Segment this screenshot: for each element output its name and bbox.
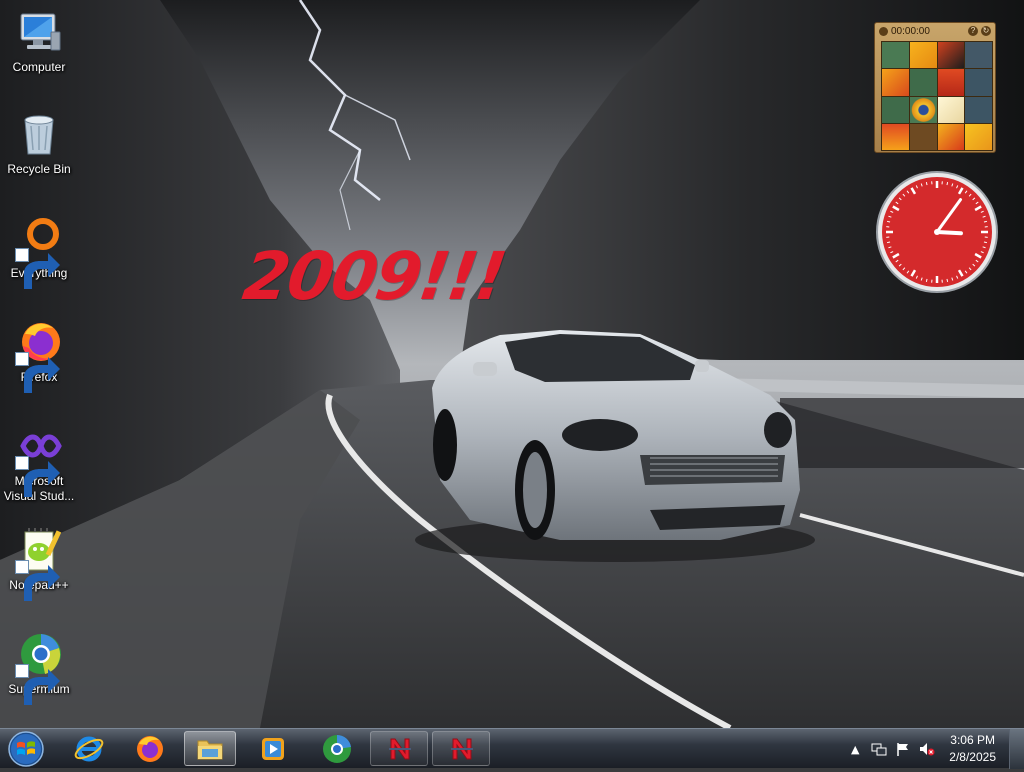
taskbar-firefox[interactable]: [121, 731, 179, 766]
taskbar-n-app-2[interactable]: [432, 731, 490, 766]
puzzle-tile[interactable]: [938, 124, 965, 150]
clock-gadget[interactable]: [875, 170, 999, 294]
wallpaper-scene: [0, 0, 1024, 728]
shortcut-arrow-icon: [15, 248, 29, 262]
action-center-flag-icon[interactable]: [895, 741, 911, 757]
clock-hour-hand: [937, 232, 961, 233]
windows-start-orb-icon: [6, 730, 46, 768]
puzzle-tile[interactable]: [965, 97, 992, 123]
ie-icon: [73, 733, 105, 765]
recycle-bin-icon: [15, 110, 63, 158]
taskbar-supermium[interactable]: [308, 731, 366, 766]
system-tray: ▲ 3:06 PM 2/8/2025: [839, 729, 996, 769]
puzzle-tile[interactable]: [882, 42, 909, 68]
shortcut-arrow-icon: [15, 456, 29, 470]
taskbar-windows-media-player[interactable]: [244, 731, 302, 766]
desktop-icon-label: Computer: [13, 60, 66, 74]
firefox-icon: [134, 733, 166, 765]
supermium-icon: [321, 733, 353, 765]
n-app-icon: [383, 733, 415, 765]
shortcut-arrow-icon: [15, 352, 29, 366]
clock-minute-tick: [926, 182, 927, 185]
clock-minute-tick: [984, 221, 987, 222]
desktop-icon-supermium[interactable]: Supermium: [0, 630, 78, 697]
analog-clock-face: [875, 170, 999, 294]
puzzle-tile[interactable]: [965, 42, 992, 68]
timer-icon: [879, 27, 888, 36]
volume-muted-icon[interactable]: [919, 741, 935, 757]
start-button[interactable]: [6, 730, 46, 768]
show-hidden-icons-arrow-icon[interactable]: ▲: [847, 741, 863, 757]
puzzle-grid: [881, 41, 993, 151]
desktop-icon-recycle-bin[interactable]: Recycle Bin: [0, 110, 78, 177]
puzzle-tile[interactable]: [882, 69, 909, 95]
desktop-icon-notepad-plus-plus[interactable]: Notepad++: [0, 526, 78, 593]
puzzle-timer: 00:00:00: [891, 26, 965, 37]
puzzle-tile[interactable]: [882, 97, 909, 123]
taskbar-internet-explorer[interactable]: [60, 731, 118, 766]
taskbar-n-app-1[interactable]: [370, 731, 428, 766]
puzzle-tile: [910, 124, 937, 150]
taskbar-windows-explorer[interactable]: [184, 731, 236, 766]
everything-icon: [15, 214, 63, 262]
desktop-icon-firefox[interactable]: Firefox: [0, 318, 78, 385]
desktop-icon-everything[interactable]: Everything: [0, 214, 78, 281]
clock-minute-tick: [887, 221, 890, 222]
shortcut-arrow-icon: [15, 664, 29, 678]
puzzle-tile[interactable]: [910, 69, 937, 95]
taskbar-clock[interactable]: 3:06 PM 2/8/2025: [949, 732, 996, 766]
clock-minute-tick: [926, 279, 927, 282]
visual-studio-icon: [15, 422, 63, 470]
puzzle-shuffle-button[interactable]: ↻: [981, 26, 991, 36]
clock-minute-tick: [887, 242, 890, 243]
desktop-wallpaper: 2009!!!: [0, 0, 1024, 728]
puzzle-titlebar: 00:00:00 ? ↻: [875, 23, 995, 39]
desktop-icon-computer[interactable]: Computer: [0, 8, 78, 75]
wallpaper-overlay-text: 2009!!!: [239, 238, 510, 315]
puzzle-tile[interactable]: [938, 97, 965, 123]
network-icon[interactable]: [871, 741, 887, 757]
firefox-icon: [15, 318, 63, 366]
desktop-icon-visual-studio[interactable]: Microsoft Visual Stud...: [0, 422, 78, 504]
taskbar-time: 3:06 PM: [949, 732, 996, 749]
show-desktop-button[interactable]: [1009, 729, 1024, 769]
desktop-icon-label: Recycle Bin: [7, 162, 70, 176]
puzzle-help-button[interactable]: ?: [968, 26, 978, 36]
puzzle-tile[interactable]: [965, 124, 992, 150]
supermium-icon: [15, 630, 63, 678]
puzzle-tile[interactable]: [910, 97, 937, 123]
clock-minute-tick: [984, 242, 987, 243]
puzzle-tile[interactable]: [938, 69, 965, 95]
puzzle-tile[interactable]: [965, 69, 992, 95]
puzzle-tile[interactable]: [910, 42, 937, 68]
clock-minute-tick: [947, 279, 948, 282]
n-app-icon: [445, 733, 477, 765]
puzzle-tile[interactable]: [938, 42, 965, 68]
notepad-plus-plus-icon: [15, 526, 63, 574]
puzzle-tile[interactable]: [882, 124, 909, 150]
folder-icon: [194, 733, 226, 765]
computer-icon: [15, 8, 63, 56]
shortcut-arrow-icon: [15, 560, 29, 574]
media-player-icon: [257, 733, 289, 765]
picture-puzzle-gadget[interactable]: 00:00:00 ? ↻: [874, 22, 996, 153]
taskbar-date: 2/8/2025: [949, 749, 996, 766]
taskbar: ▲ 3:06 PM 2/8/2025: [0, 728, 1024, 768]
clock-minute-tick: [947, 182, 948, 185]
